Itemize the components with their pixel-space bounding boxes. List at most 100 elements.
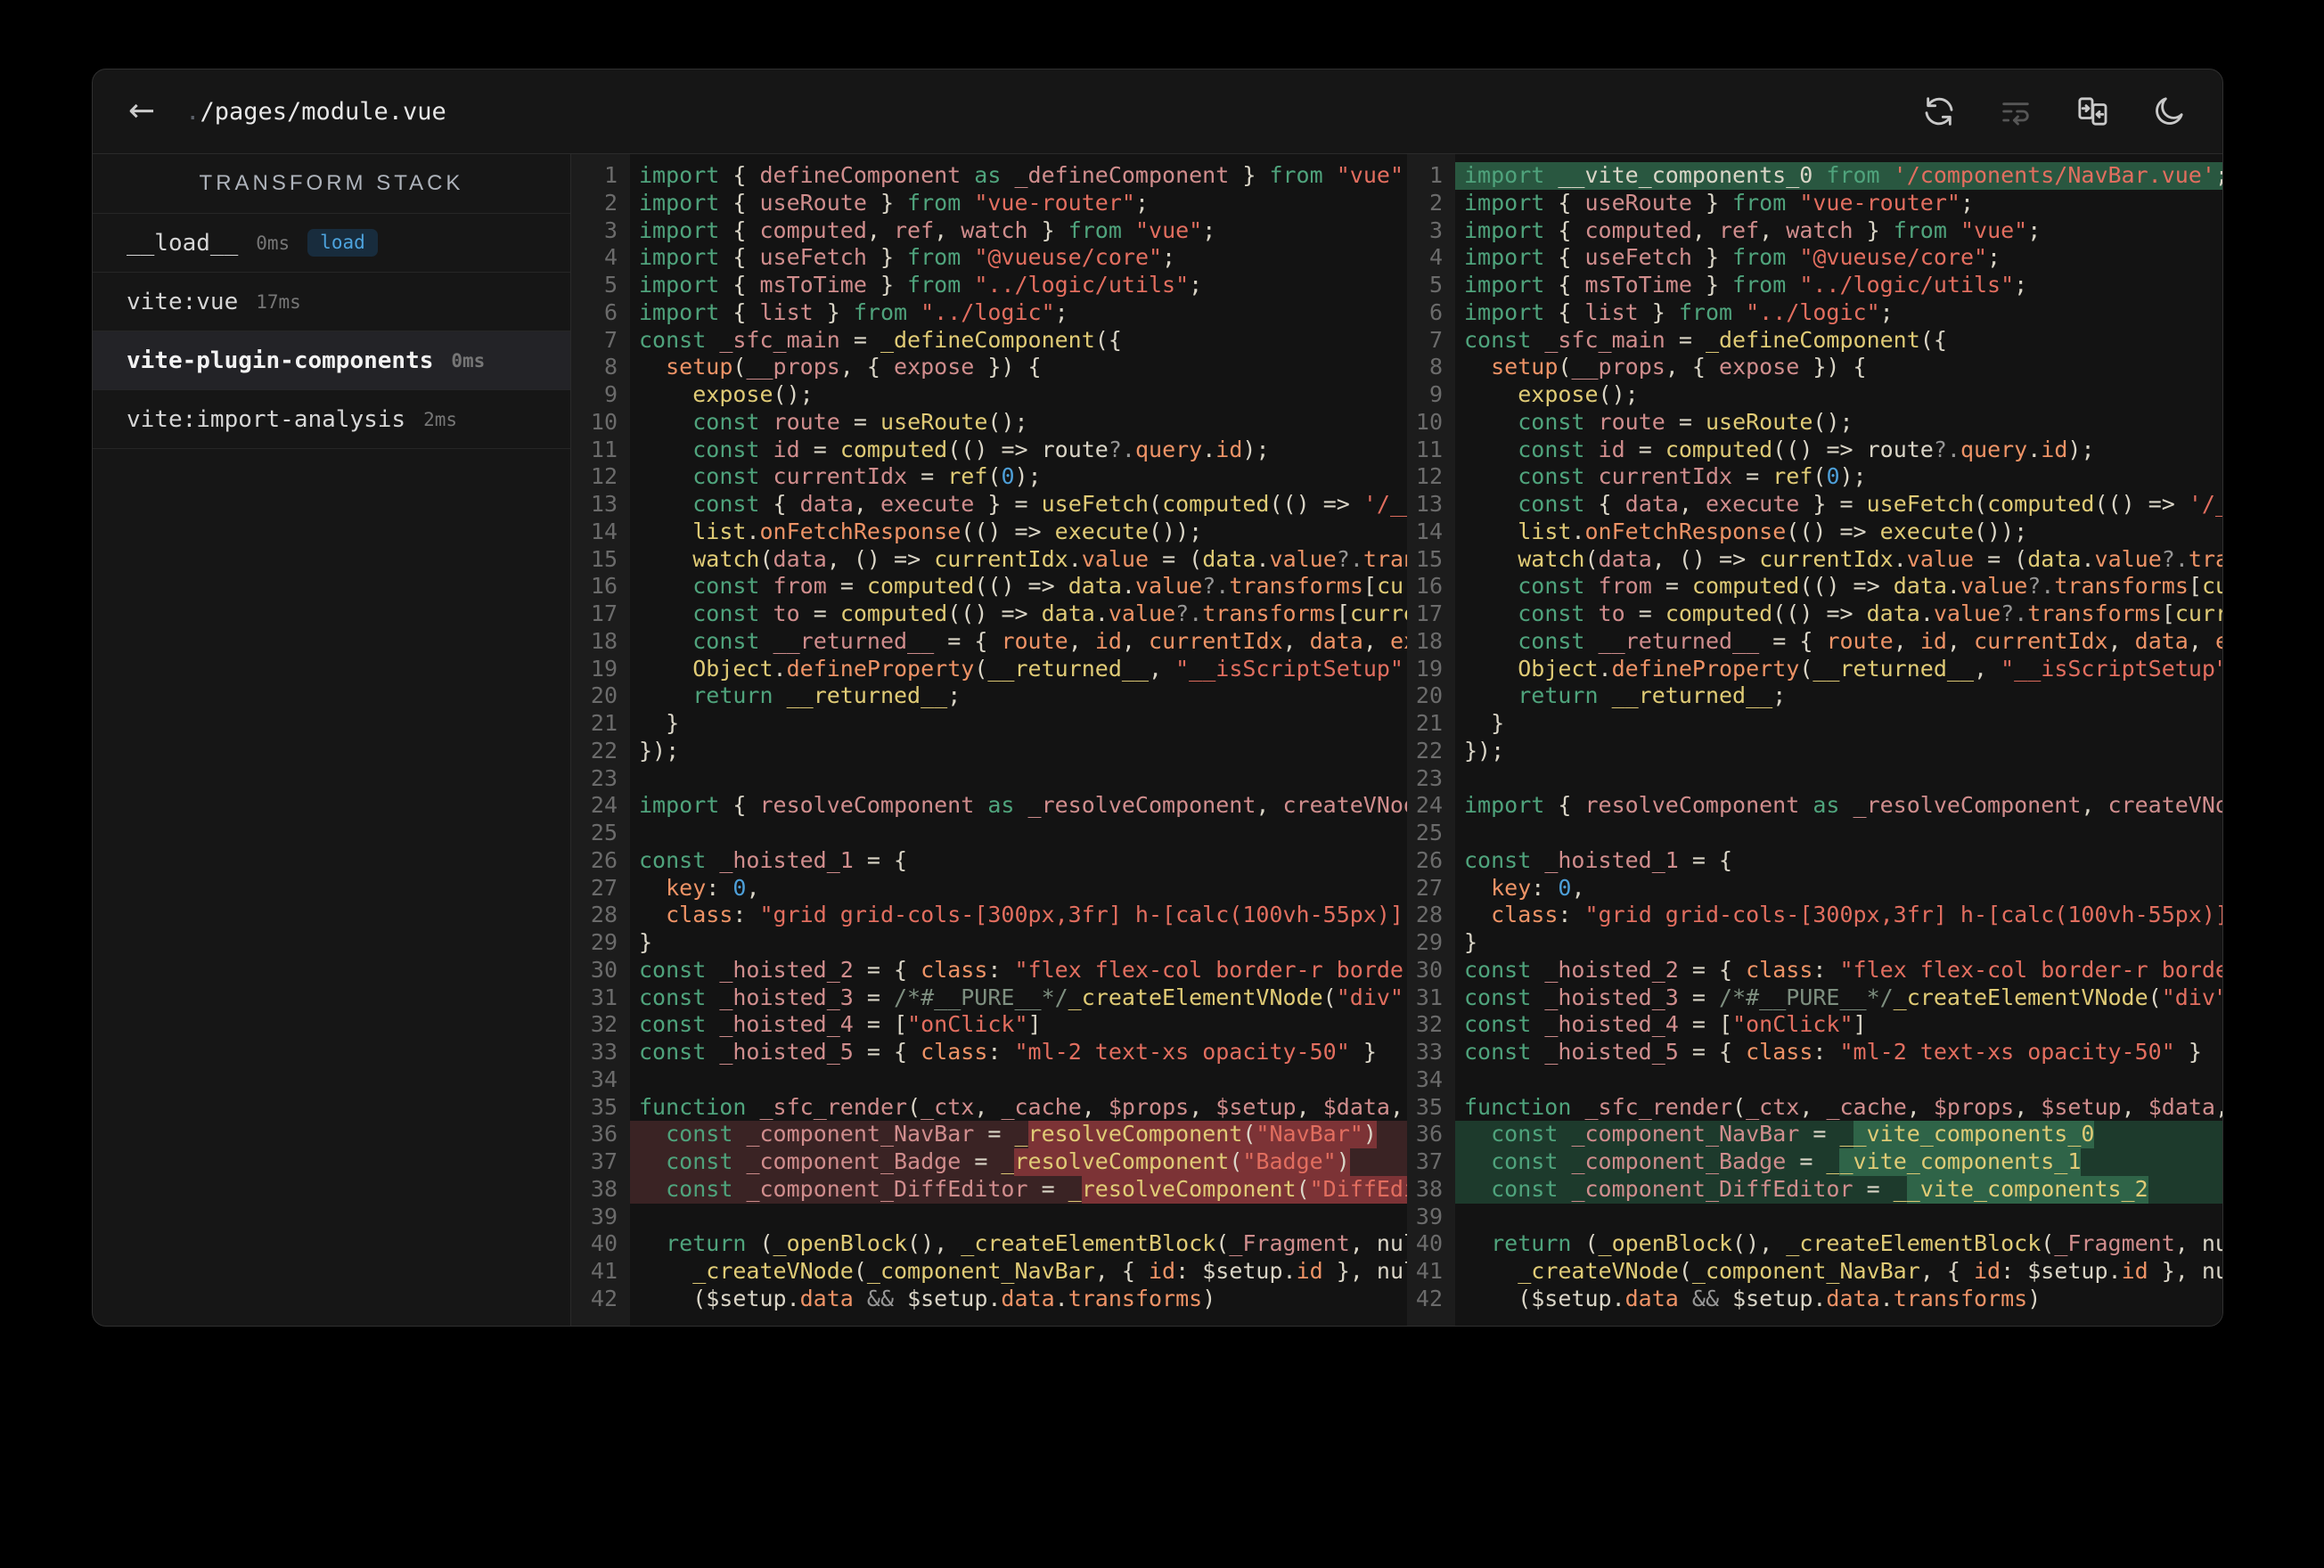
code-line: watch(data, () => currentIdx.value = (da… (692, 545, 1407, 572)
diff-panel-before[interactable]: 1 2 3 4 5 6 7 8 9 10 11 12 13 14 15 16 17 18 19 20 21 22 23 24 2… (571, 154, 1407, 1326)
page-title: ./pages/module.vue (185, 98, 446, 126)
title-path: /pages/module.vue (200, 97, 446, 126)
header-toolbar (1921, 94, 2187, 129)
sidebar-item-load[interactable]: __load__ 0ms load (93, 214, 570, 273)
back-button[interactable]: ← (128, 95, 155, 127)
diff-view: 1 2 3 4 5 6 7 8 9 10 11 12 13 14 15 16 17 18 19 20 21 22 23 24 2… (571, 154, 2222, 1326)
code-line: const id = computed(() => route?.query.i… (1518, 436, 2095, 462)
line-number: 23 (1415, 764, 1443, 791)
code-line: setup(__props, { expose }) { (1491, 354, 1867, 380)
line-number: 31 (1415, 984, 1443, 1010)
plugin-time: 2ms (423, 408, 458, 430)
line-number: 20 (1415, 682, 1443, 709)
code-line: const _hoisted_5 = { class: "ml-2 text-x… (639, 1039, 1377, 1065)
line-number: 39 (1415, 1203, 1443, 1229)
code-line: import __vite_components_0 from '/compon… (1455, 162, 2222, 190)
line-number: 32 (590, 1011, 618, 1038)
sidebar-heading: TRANSFORM STACK (93, 154, 570, 214)
line-number: 16 (590, 573, 618, 600)
line-number: 29 (590, 929, 618, 955)
code-line: import { resolveComponent as _resolveCom… (639, 792, 1407, 819)
line-number: 33 (1415, 1039, 1443, 1065)
code-line: import { msToTime } from "../logic/utils… (639, 272, 1203, 298)
code-line: ($setup.data && $setup.data.transforms) (639, 1285, 1216, 1311)
code-line: const to = computed(() => data.value?.tr… (692, 600, 1407, 626)
refresh-icon[interactable] (1921, 94, 1957, 129)
code-line: const _hoisted_1 = { (639, 846, 908, 873)
sidebar-item-vite-import-analysis[interactable]: vite:import-analysis 2ms (93, 390, 570, 449)
code-line: const _hoisted_2 = { class: "flex flex-c… (639, 956, 1407, 983)
code-before: import { defineComponent as _defineCompo… (630, 154, 1407, 1326)
plugin-time: 0ms (451, 349, 486, 372)
inline-diff-icon[interactable] (1998, 94, 2034, 129)
side-by-side-diff-icon[interactable] (2074, 94, 2110, 129)
code-line: } (1464, 710, 1505, 736)
code-line: } (1464, 929, 1478, 955)
plugin-time: 0ms (256, 232, 290, 254)
line-number: 3 (1428, 216, 1443, 243)
line-number: 30 (590, 956, 618, 983)
line-number: 26 (590, 846, 618, 873)
line-number: 16 (1415, 573, 1443, 600)
code-line: const from = computed(() => data.value?.… (1518, 573, 2222, 600)
code-line: const _sfc_main = _defineComponent({ (639, 326, 1122, 353)
sidebar-item-vite-vue[interactable]: vite:vue 17ms (93, 273, 570, 331)
code-line: const __returned__ = { route, id, curren… (692, 627, 1407, 654)
code-line: function _sfc_render(_ctx, _cache, $prop… (1464, 1093, 2222, 1120)
line-number: 4 (1428, 244, 1443, 271)
line-number: 28 (590, 902, 618, 928)
plugin-name: vite-plugin-components (127, 347, 434, 374)
line-number: 22 (1415, 737, 1443, 764)
line-number: 38 (590, 1175, 618, 1202)
code-line: import { resolveComponent as _resolveCom… (1464, 792, 2222, 819)
line-number: 42 (1415, 1285, 1443, 1311)
code-line: expose(); (1518, 381, 1639, 407)
plugin-name: vite:vue (127, 288, 239, 315)
dark-mode-icon[interactable] (2151, 94, 2187, 129)
line-number: 29 (1415, 929, 1443, 955)
inspector-window: ← ./pages/module.vue TRANSFORM STACK __l… (92, 69, 2223, 1327)
code-line: list.onFetchResponse(() => execute()); (692, 518, 1203, 544)
line-number: 11 (590, 436, 618, 462)
code-line: } (639, 710, 680, 736)
line-number: 28 (1415, 902, 1443, 928)
line-number: 25 (590, 820, 618, 845)
code-line: Object.defineProperty(__returned__, "__i… (1518, 655, 2222, 682)
line-number: 35 (1415, 1093, 1443, 1120)
code-line: class: "grid grid-cols-[300px,3fr] h-[ca… (1491, 902, 2222, 928)
title-dot: . (185, 97, 200, 126)
code-line: key: 0, (1491, 874, 1585, 901)
line-number: 24 (1415, 792, 1443, 819)
sidebar-item-vite-plugin-components[interactable]: vite-plugin-components 0ms (93, 331, 570, 390)
line-number: 31 (590, 984, 618, 1010)
line-number: 25 (1415, 820, 1443, 845)
code-line: const _hoisted_4 = ["onClick"] (1464, 1011, 1867, 1038)
code-line: const route = useRoute(); (1518, 408, 1853, 435)
line-number: 27 (1415, 874, 1443, 901)
code-line: import { list } from "../logic"; (1464, 298, 1894, 325)
code-line: } (639, 929, 653, 955)
code-line: list.onFetchResponse(() => execute()); (1518, 518, 2028, 544)
code-line: import { computed, ref, watch } from "vu… (1464, 216, 2042, 243)
code-after: import __vite_components_0 from '/compon… (1455, 154, 2222, 1326)
line-number: 19 (1415, 655, 1443, 682)
line-number: 14 (1415, 518, 1443, 544)
line-number: 1 (1428, 162, 1443, 188)
line-number: 41 (590, 1258, 618, 1284)
line-number: 9 (603, 381, 618, 407)
line-number: 37 (1415, 1148, 1443, 1174)
line-number: 13 (590, 491, 618, 517)
line-number: 6 (1428, 298, 1443, 325)
line-number: 37 (590, 1148, 618, 1174)
line-number: 14 (590, 518, 618, 544)
line-number: 6 (603, 298, 618, 325)
line-number: 1 (603, 162, 618, 188)
line-number: 15 (1415, 545, 1443, 572)
diff-panel-after[interactable]: 1 2 3 4 5 6 7 8 9 10 11 12 13 14 15 16 17 18 19 20 21 22 23 24 2… (1407, 154, 2222, 1326)
code-line: const __returned__ = { route, id, curren… (1518, 627, 2222, 654)
code-line: const _component_DiffEditor = _resolveCo… (630, 1175, 1407, 1204)
code-line: import { defineComponent as _defineCompo… (639, 162, 1407, 188)
